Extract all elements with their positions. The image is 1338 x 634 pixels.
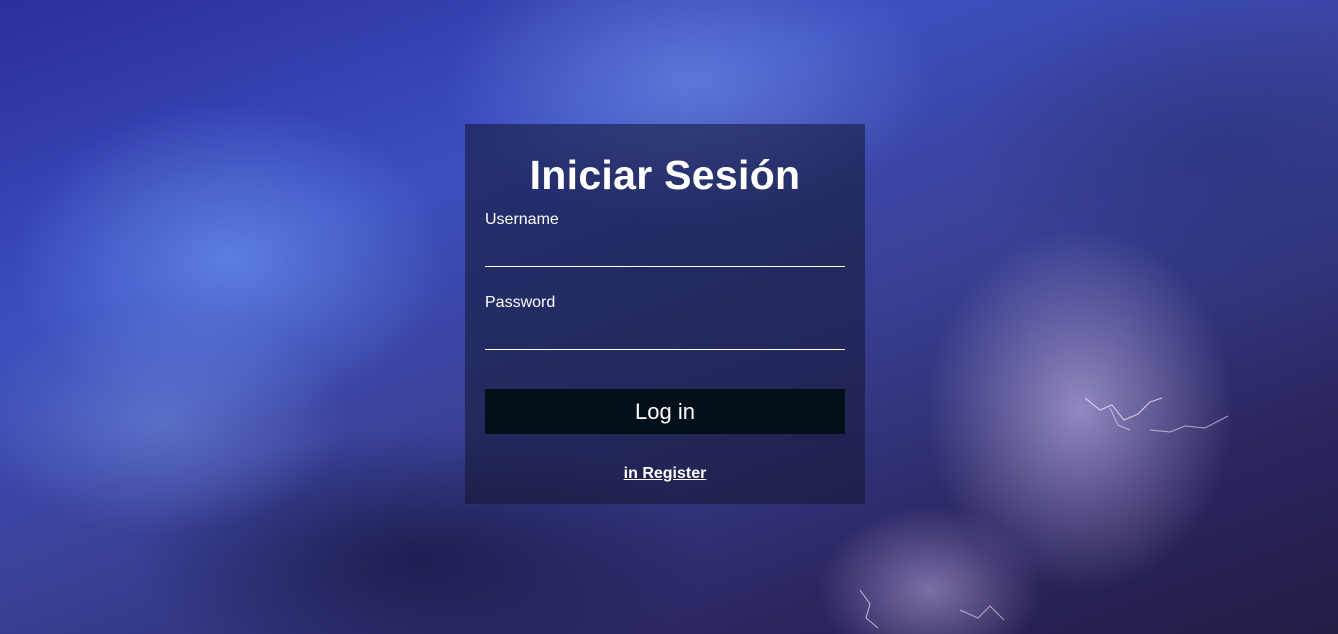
password-label: Password: [485, 294, 556, 311]
login-button[interactable]: Log in: [485, 389, 845, 434]
password-input[interactable]: [485, 322, 845, 350]
login-card: Iniciar Sesión Username Password Log in …: [465, 124, 865, 504]
register-link-container: in Register: [465, 465, 865, 483]
username-label: Username: [485, 211, 559, 228]
register-link[interactable]: in Register: [624, 465, 707, 482]
page-title: Iniciar Sesión: [529, 152, 801, 198]
username-input[interactable]: [485, 239, 845, 267]
